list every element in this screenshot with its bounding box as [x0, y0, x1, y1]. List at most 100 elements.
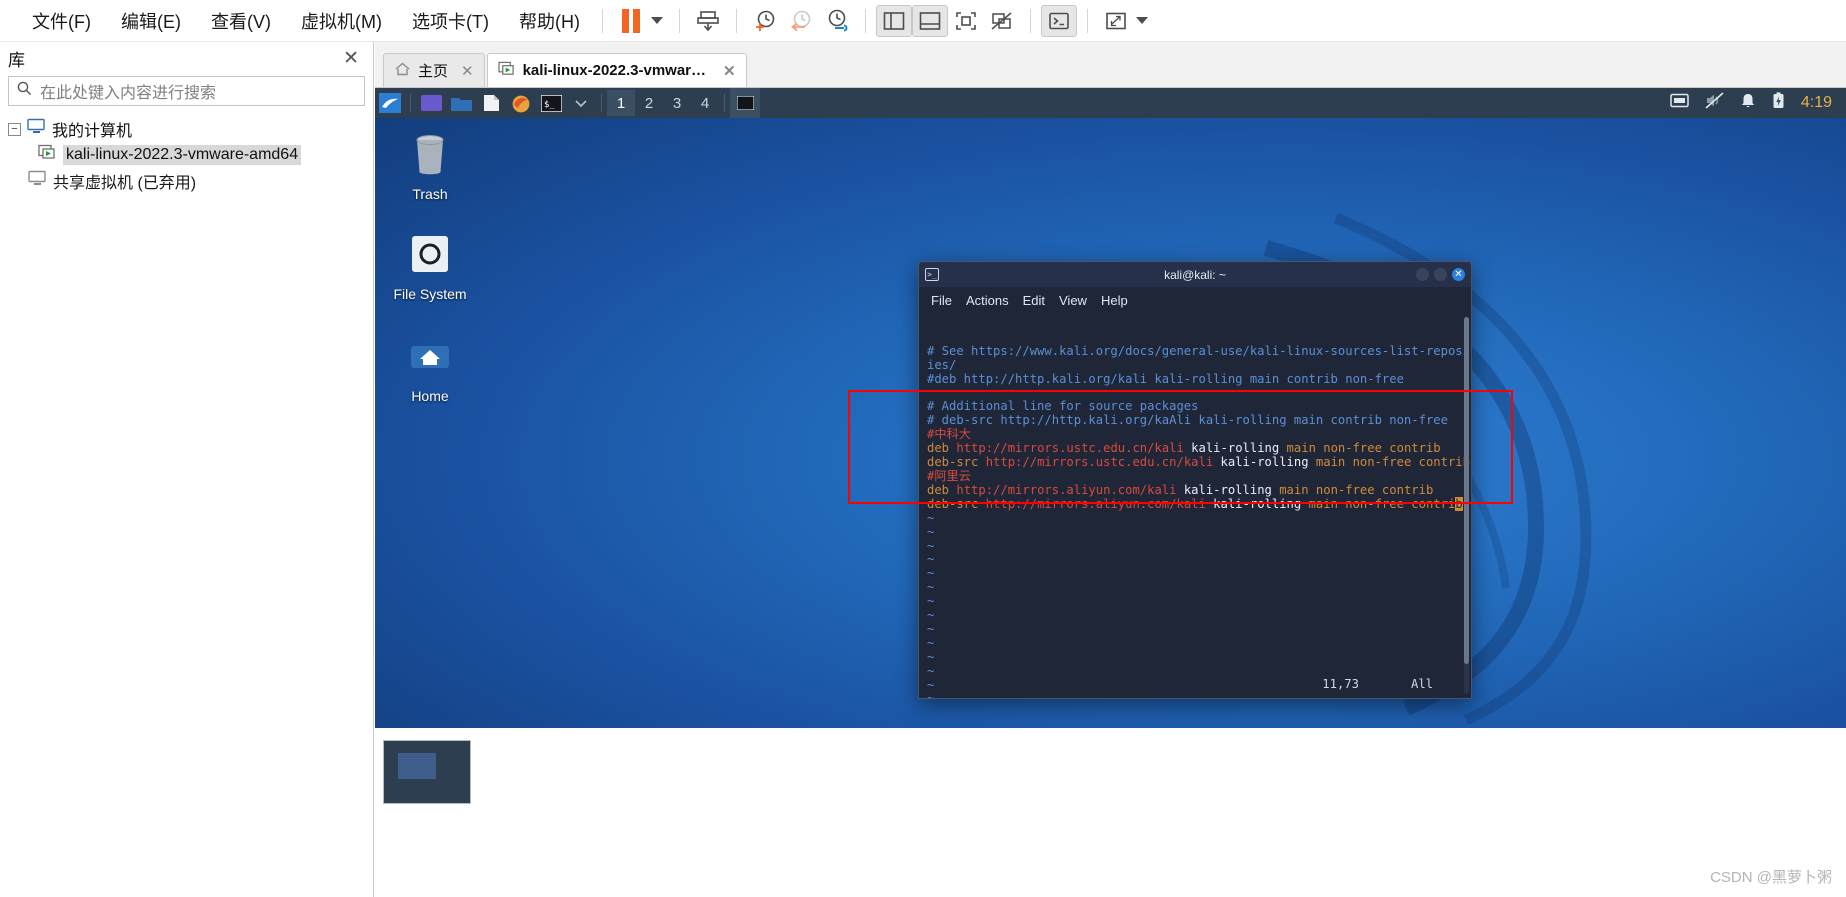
desktop-icon-file-system-label: File System	[393, 286, 467, 302]
expander-collapse-icon[interactable]: −	[8, 122, 21, 136]
search-icon	[17, 81, 32, 101]
stretch-button[interactable]	[1098, 5, 1134, 37]
terminal-text-segment: #中科大	[927, 427, 971, 442]
filesystem-icon	[375, 228, 485, 280]
desktop-icon-trash-label: Trash	[412, 186, 448, 202]
terminal-window[interactable]: >_ kali@kali: ~ ✕ File Actions Edit View…	[918, 261, 1472, 699]
terminal-text-segment: ~	[927, 663, 935, 678]
snapshot-manager-button[interactable]	[819, 5, 855, 37]
vm-running-icon	[38, 144, 57, 166]
kali-dragon-icon[interactable]	[375, 88, 405, 118]
terminal-text-segment: kali-rolling	[1205, 496, 1302, 511]
terminal-menu-file[interactable]: File	[931, 293, 952, 308]
power-down-icon	[697, 10, 719, 31]
terminal-emulator-icon[interactable]	[416, 88, 446, 118]
desktop-icon-trash[interactable]: Trash	[375, 128, 485, 202]
terminal-menu-edit[interactable]: Edit	[1023, 293, 1045, 308]
suspend-button[interactable]	[613, 5, 649, 37]
tree-item-my-computer[interactable]: − 我的计算机	[8, 116, 373, 142]
terminal-line: ~	[927, 566, 1463, 581]
toolbar-divider	[735, 8, 737, 33]
desktop-icon-home[interactable]: Home	[375, 330, 485, 404]
terminal-title-bar[interactable]: >_ kali@kali: ~ ✕	[919, 262, 1471, 287]
notification-bell-icon[interactable]	[1740, 92, 1756, 114]
stretch-dropdown-caret-icon[interactable]	[1135, 17, 1148, 24]
text-editor-icon[interactable]	[476, 88, 506, 118]
workspace-button-2[interactable]: 2	[635, 90, 663, 116]
tab-kali-vm[interactable]: kali-linux-2022.3-vmware-... ✕	[486, 53, 747, 87]
quick-launch-dropdown-icon[interactable]	[566, 88, 596, 118]
terminal-text-segment: ~	[927, 580, 935, 595]
terminal-line: ~	[927, 580, 1463, 595]
menu-file[interactable]: 文件(F)	[20, 4, 103, 38]
snapshot-manage-icon	[828, 9, 848, 31]
terminal-line: ~	[927, 608, 1463, 623]
library-header: 库 ✕	[0, 42, 373, 74]
volume-muted-icon[interactable]	[1705, 92, 1724, 114]
menu-view[interactable]: 查看(V)	[199, 4, 283, 38]
window-button-terminal[interactable]	[730, 88, 760, 118]
power-button[interactable]	[690, 5, 726, 37]
desktop-icon-file-system[interactable]: File System	[375, 228, 485, 302]
show-library-button[interactable]	[875, 4, 912, 37]
take-snapshot-button[interactable]	[747, 5, 783, 37]
workspace-button-3[interactable]: 3	[663, 90, 691, 116]
maximize-button[interactable]	[1434, 268, 1447, 281]
watermark-label: CSDN @黑萝卜粥	[1710, 869, 1832, 886]
close-button[interactable]: ✕	[1452, 268, 1465, 281]
guest-panel: $_ 1 2 3 4 4:19	[375, 88, 1846, 118]
vm-console-screen[interactable]: $_ 1 2 3 4 4:19 Trash File System Home >…	[375, 88, 1846, 728]
menu-edit[interactable]: 编辑(E)	[109, 4, 193, 38]
guest-panel-tray: 4:19	[1670, 91, 1846, 115]
library-search-box[interactable]: 在此处键入内容进行搜索	[8, 76, 365, 106]
vim-scroll-indicator: All	[1410, 677, 1433, 692]
terminal-text-segment: main non-free contrib	[1279, 441, 1441, 456]
terminal-line: ~	[927, 692, 1463, 698]
tab-kali-vm-label: kali-linux-2022.3-vmware-...	[522, 62, 711, 79]
root-terminal-icon[interactable]: $_	[536, 88, 566, 118]
terminal-output[interactable]: # See https://www.kali.org/docs/general-…	[919, 313, 1471, 698]
toolbar-divider	[678, 8, 680, 33]
tree-item-kali-vm[interactable]: kali-linux-2022.3-vmware-amd64	[8, 142, 373, 168]
guest-panel-left: $_ 1 2 3 4	[375, 88, 760, 118]
panel-separator	[724, 94, 725, 112]
terminal-line: ~	[927, 511, 1463, 526]
file-manager-icon[interactable]	[446, 88, 476, 118]
workspace-button-1[interactable]: 1	[607, 90, 635, 116]
tab-home-close-button[interactable]: ✕	[461, 62, 474, 80]
library-close-button[interactable]: ✕	[339, 49, 363, 68]
terminal-text-segment: deb	[927, 441, 957, 456]
firefox-icon[interactable]	[506, 88, 536, 118]
display-icon[interactable]	[1670, 93, 1689, 114]
menu-help[interactable]: 帮助(H)	[507, 4, 592, 38]
tree-item-shared-vms[interactable]: 共享虚拟机 (已弃用)	[8, 168, 373, 194]
menu-tabs[interactable]: 选项卡(T)	[400, 4, 501, 38]
terminal-menu-actions[interactable]: Actions	[966, 293, 1009, 308]
terminal-scrollbar[interactable]	[1464, 317, 1469, 694]
computer-icon	[27, 118, 46, 140]
unity-button[interactable]	[984, 5, 1020, 37]
trash-icon	[375, 128, 485, 180]
show-thumbnail-bar-button[interactable]	[911, 4, 948, 37]
terminal-text-segment: b	[1455, 496, 1463, 511]
fullscreen-button[interactable]	[948, 5, 984, 37]
terminal-line: ~	[927, 663, 1463, 679]
vm-thumbnail[interactable]	[383, 740, 471, 804]
terminal-menu-view[interactable]: View	[1059, 293, 1087, 308]
workspace-button-4[interactable]: 4	[691, 90, 719, 116]
library-tree: − 我的计算机 kali-linux-2022.3-vmware-amd64 共…	[0, 116, 373, 194]
terminal-line: # deb-src http://http.kali.org/kaAli kal…	[927, 413, 1463, 428]
minimize-button[interactable]	[1416, 268, 1429, 281]
caret-down-icon[interactable]	[650, 17, 663, 24]
panel-clock[interactable]: 4:19	[1801, 94, 1832, 112]
menu-vm[interactable]: 虚拟机(M)	[289, 4, 394, 38]
revert-snapshot-button[interactable]	[783, 5, 819, 37]
tab-home[interactable]: 主页 ✕	[383, 53, 485, 87]
tree-label-kali-vm: kali-linux-2022.3-vmware-amd64	[63, 145, 302, 165]
battery-icon[interactable]	[1772, 91, 1785, 115]
terminal-menu-help[interactable]: Help	[1101, 293, 1128, 308]
snapshot-add-icon	[755, 10, 775, 31]
tab-kali-vm-close-button[interactable]: ✕	[723, 62, 736, 80]
menu-bar: 文件(F) 编辑(E) 查看(V) 虚拟机(M) 选项卡(T) 帮助(H)	[0, 0, 1846, 42]
console-view-button[interactable]	[1040, 4, 1077, 37]
